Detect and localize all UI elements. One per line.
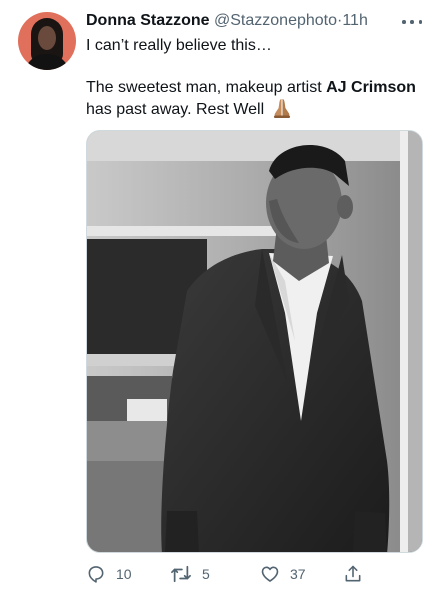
- retweet-button[interactable]: 5: [170, 561, 210, 587]
- like-button[interactable]: 37: [260, 561, 306, 587]
- retweet-icon: [171, 565, 191, 583]
- reply-button[interactable]: 10: [86, 561, 132, 587]
- author-handle[interactable]: @Stazzonephoto: [214, 12, 337, 29]
- tweet-text: I can’t really believe this… The sweetes…: [86, 35, 426, 120]
- avatar[interactable]: [18, 12, 76, 70]
- tweet-line-2-bold: AJ Crimson: [326, 79, 416, 96]
- author-name[interactable]: Donna Stazzone: [86, 12, 210, 29]
- share-icon: [345, 565, 361, 582]
- tweet-line-1: I can’t really believe this…: [86, 37, 272, 54]
- avatar-face: [38, 26, 56, 50]
- tweet-actions: 10 5 37: [86, 561, 386, 587]
- share-button[interactable]: [343, 561, 363, 587]
- retweet-count: 5: [202, 566, 210, 582]
- tweet-line-2: The sweetest man, makeup artist AJ Crims…: [86, 77, 426, 120]
- tweet-line-2-suffix: has past away. Rest Well: [86, 101, 269, 118]
- like-icon: [261, 566, 279, 582]
- tweet-header: Donna Stazzone @Stazzonephoto·11h: [86, 12, 434, 34]
- tweet-time[interactable]: 11h: [342, 12, 368, 29]
- tweet[interactable]: Donna Stazzone @Stazzonephoto·11h I can’…: [0, 0, 442, 600]
- tweet-line-2-prefix: The sweetest man, makeup artist: [86, 79, 327, 96]
- reply-count: 10: [116, 566, 132, 582]
- reply-icon: [88, 566, 104, 583]
- photo-image: [87, 131, 422, 552]
- tweet-photo[interactable]: [86, 130, 423, 553]
- more-icon[interactable]: [402, 14, 422, 30]
- like-count: 37: [290, 566, 306, 582]
- pray-emoji-icon: [273, 99, 290, 118]
